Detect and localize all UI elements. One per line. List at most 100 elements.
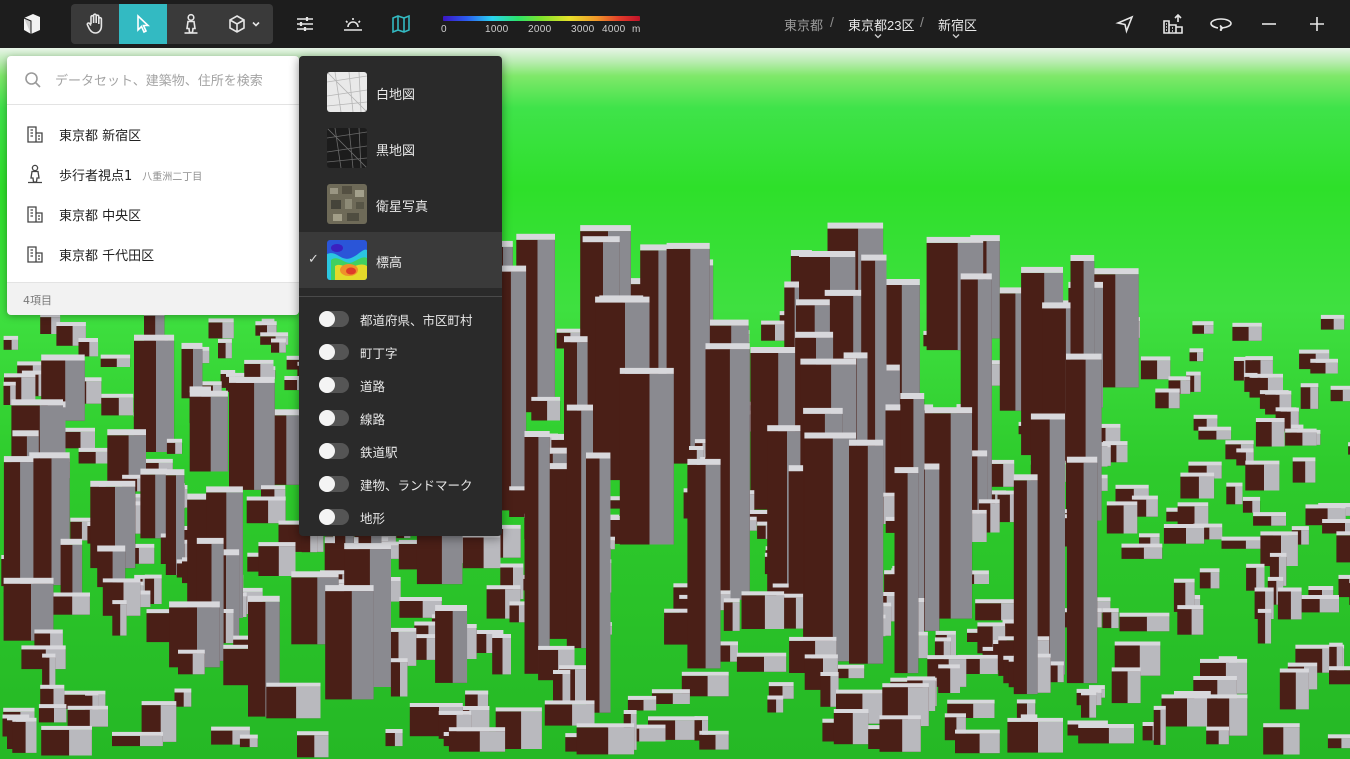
search-result-item[interactable]: 東京都 千代田区 [7, 234, 299, 274]
building[interactable] [1119, 612, 1170, 632]
building[interactable] [174, 688, 192, 707]
building[interactable] [492, 634, 511, 675]
layer-toggle-road[interactable]: 道路 [299, 368, 502, 401]
building[interactable] [1177, 502, 1209, 525]
building[interactable] [325, 585, 374, 700]
search-result-item[interactable]: 歩行者視点1 八重洲二丁目 [7, 154, 299, 194]
building[interactable] [1329, 666, 1350, 685]
layer-toggle-terrain[interactable]: 地形 [299, 500, 502, 533]
search-result-item[interactable]: 東京都 中央区 [7, 194, 299, 234]
building[interactable] [1050, 661, 1064, 683]
building[interactable] [1007, 717, 1063, 753]
building[interactable] [723, 598, 740, 631]
building[interactable] [553, 670, 571, 704]
layer-toggle-station[interactable]: 鉄道駅 [299, 434, 502, 467]
toggle-switch[interactable] [319, 443, 349, 459]
building[interactable] [1106, 501, 1138, 534]
building[interactable] [1232, 322, 1262, 341]
building[interactable] [3, 335, 19, 350]
settings-button[interactable] [288, 4, 322, 44]
building[interactable] [297, 731, 329, 758]
building[interactable] [531, 396, 561, 421]
building[interactable] [101, 393, 134, 416]
building[interactable] [1180, 472, 1215, 499]
building[interactable] [1198, 426, 1232, 440]
building[interactable] [166, 438, 183, 454]
building[interactable] [1296, 595, 1339, 613]
layer-toggle-building[interactable]: 建物、ランドマーク [299, 467, 502, 500]
building[interactable] [619, 367, 674, 545]
breadcrumb-item-prefecture[interactable]: 東京都 [784, 15, 823, 34]
building[interactable] [1140, 356, 1171, 380]
building[interactable] [3, 456, 34, 597]
building[interactable] [576, 723, 635, 755]
building[interactable] [1066, 456, 1098, 684]
my-location-button[interactable] [1110, 4, 1140, 44]
building[interactable] [41, 725, 92, 756]
building[interactable] [879, 715, 921, 752]
toggle-switch[interactable] [319, 344, 349, 360]
building[interactable] [1189, 348, 1204, 362]
chevron-down-icon[interactable] [874, 32, 882, 40]
building[interactable] [229, 376, 275, 490]
layer-toggle-railway[interactable]: 線路 [299, 401, 502, 434]
zoom-in-button[interactable] [1302, 4, 1332, 44]
zoom-out-button[interactable] [1254, 4, 1284, 44]
basemap-option-black[interactable]: 黒地図 [299, 120, 502, 176]
building[interactable] [651, 689, 690, 704]
building[interactable] [820, 672, 839, 707]
building[interactable] [1327, 734, 1350, 749]
building[interactable] [1263, 723, 1300, 755]
building[interactable] [1242, 496, 1261, 513]
building[interactable] [720, 641, 739, 662]
toggle-switch[interactable] [319, 509, 349, 525]
building[interactable] [38, 704, 67, 723]
building[interactable] [1336, 531, 1350, 563]
building[interactable] [627, 695, 657, 711]
building[interactable] [849, 439, 884, 664]
basemap-option-satellite[interactable]: 衛星写真 [299, 176, 502, 232]
building[interactable] [544, 700, 595, 726]
layer-toggle-prefecture[interactable]: 都道府県、市区町村 [299, 302, 502, 335]
toggle-switch[interactable] [319, 377, 349, 393]
pedestrian-tool-button[interactable] [167, 4, 215, 44]
building[interactable] [60, 538, 83, 593]
building[interactable] [938, 664, 960, 693]
environment-button[interactable] [336, 4, 370, 44]
building[interactable] [699, 730, 729, 750]
building[interactable] [189, 390, 228, 472]
building[interactable] [258, 542, 296, 576]
building[interactable] [989, 459, 1015, 487]
building[interactable] [1253, 512, 1286, 526]
building[interactable] [165, 469, 185, 575]
basemap-option-elevation[interactable]: ✓ 標高 [299, 232, 502, 288]
building[interactable] [1221, 536, 1266, 549]
pan-tool-button[interactable] [71, 4, 119, 44]
toggle-switch[interactable] [319, 410, 349, 426]
building[interactable] [1121, 543, 1163, 559]
building[interactable] [62, 427, 95, 449]
building[interactable] [741, 591, 785, 629]
building[interactable] [524, 431, 550, 674]
building[interactable] [955, 729, 1000, 754]
building[interactable] [833, 709, 869, 745]
layer-toggle-town[interactable]: 町丁字 [299, 335, 502, 368]
building[interactable] [1192, 321, 1214, 334]
building[interactable] [1155, 388, 1180, 409]
building[interactable] [1320, 314, 1345, 330]
building[interactable] [100, 354, 131, 367]
search-input[interactable] [53, 69, 287, 93]
building[interactable] [78, 338, 99, 357]
building[interactable] [1081, 691, 1097, 718]
building[interactable] [1285, 428, 1317, 446]
building[interactable] [894, 467, 919, 674]
building[interactable] [1246, 563, 1265, 591]
basemap-button[interactable] [384, 4, 418, 44]
search-result-item[interactable]: 東京都 新宿区 [7, 114, 299, 154]
building[interactable] [1245, 460, 1280, 491]
toggle-switch[interactable] [319, 311, 349, 327]
building[interactable] [1277, 587, 1302, 620]
building[interactable] [218, 338, 232, 359]
building[interactable] [687, 458, 721, 669]
building[interactable] [509, 601, 527, 623]
